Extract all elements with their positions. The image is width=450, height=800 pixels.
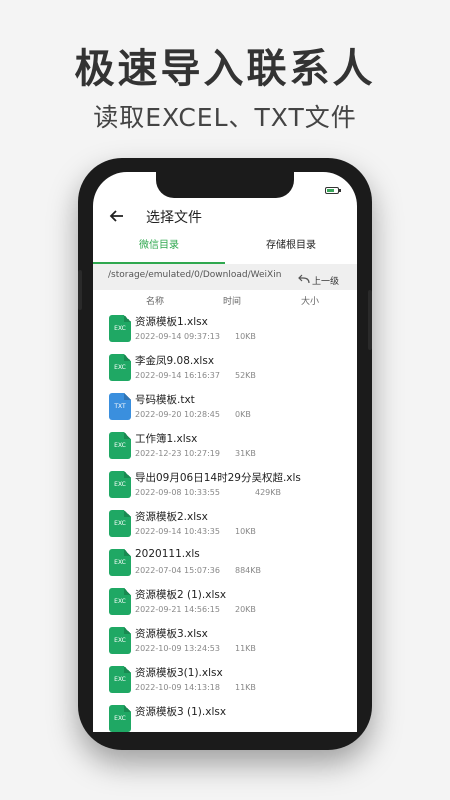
page-title: 选择文件 <box>146 210 202 226</box>
excel-file-icon: EXC <box>109 471 131 498</box>
phone-volume-button <box>78 270 82 310</box>
file-date: 2022-09-14 09:37:13 <box>135 332 220 341</box>
file-size: 52KB <box>235 371 256 380</box>
file-row[interactable]: EXC 导出09月06日14时29分吴权超.xls 2022-09-08 10:… <box>93 468 357 507</box>
file-row[interactable]: EXC 资源模板3(1).xlsx 2022-10-09 14:13:18 11… <box>93 663 357 702</box>
file-size: 31KB <box>235 449 256 458</box>
promo-headline: 极速导入联系人 <box>74 46 376 92</box>
excel-file-icon: EXC <box>109 549 131 576</box>
tab-storage-root[interactable]: 存储根目录 <box>225 236 357 264</box>
tab-wechat-dir[interactable]: 微信目录 <box>93 236 225 264</box>
file-name: 工作簿1.xlsx <box>135 433 198 445</box>
file-size: 429KB <box>255 488 282 497</box>
file-size: 20KB <box>235 605 256 614</box>
file-row[interactable]: EXC 2020111.xls 2022-07-04 15:07:36 884K… <box>93 546 357 585</box>
current-path: /storage/emulated/0/Download/WeiXin <box>108 270 282 280</box>
file-row[interactable]: EXC 资源模板3 (1).xlsx <box>93 702 357 732</box>
column-size: 大小 <box>301 297 320 307</box>
file-size: 11KB <box>235 683 256 692</box>
file-size: 884KB <box>235 566 262 575</box>
file-size: 10KB <box>235 527 256 536</box>
file-row[interactable]: EXC 资源模板1.xlsx 2022-09-14 09:37:13 10KB <box>93 312 357 351</box>
phone-notch <box>156 172 294 198</box>
file-row[interactable]: EXC 资源模板2 (1).xlsx 2022-09-21 14:56:15 2… <box>93 585 357 624</box>
file-name: 2020111.xls <box>135 548 200 560</box>
column-time: 时间 <box>223 297 242 307</box>
file-date: 2022-10-09 14:13:18 <box>135 683 220 692</box>
file-name: 资源模板3(1).xlsx <box>135 667 223 679</box>
file-name: 李金凤9.08.xlsx <box>135 355 215 367</box>
file-date: 2022-10-09 13:24:53 <box>135 644 220 653</box>
excel-file-icon: EXC <box>109 510 131 537</box>
excel-file-icon: EXC <box>109 705 131 732</box>
excel-file-icon: EXC <box>109 666 131 693</box>
file-name: 资源模板2.xlsx <box>135 511 208 523</box>
promo-subline: 读取EXCEL、TXT文件 <box>93 103 357 132</box>
txt-file-icon: TXT <box>109 393 131 420</box>
phone-screen: 选择文件 微信目录 存储根目录 /storage/emulated/0/Down… <box>93 172 357 732</box>
file-date: 2022-09-14 10:43:35 <box>135 527 220 536</box>
arrow-left-icon[interactable] <box>109 208 125 224</box>
file-name: 资源模板3.xlsx <box>135 628 208 640</box>
excel-file-icon: EXC <box>109 588 131 615</box>
app-bar: 选择文件 <box>93 202 357 232</box>
excel-file-icon: EXC <box>109 354 131 381</box>
file-name: 资源模板2 (1).xlsx <box>135 589 227 601</box>
file-row[interactable]: EXC 资源模板3.xlsx 2022-10-09 13:24:53 11KB <box>93 624 357 663</box>
excel-file-icon: EXC <box>109 315 131 342</box>
file-size: 10KB <box>235 332 256 341</box>
tab-bar: 微信目录 存储根目录 <box>93 236 357 264</box>
file-size: 0KB <box>235 410 251 419</box>
file-date: 2022-09-20 10:28:45 <box>135 410 220 419</box>
file-name: 号码模板.txt <box>135 394 195 406</box>
file-row[interactable]: EXC 李金凤9.08.xlsx 2022-09-14 16:16:37 52K… <box>93 351 357 390</box>
file-row[interactable]: TXT 号码模板.txt 2022-09-20 10:28:45 0KB <box>93 390 357 429</box>
excel-file-icon: EXC <box>109 432 131 459</box>
file-name: 资源模板3 (1).xlsx <box>135 706 227 718</box>
column-name: 名称 <box>146 297 165 307</box>
file-date: 2022-12-23 10:27:19 <box>135 449 220 458</box>
phone-side-button <box>368 290 372 350</box>
return-arrow-icon <box>298 274 310 287</box>
battery-icon <box>325 187 341 194</box>
file-size: 11KB <box>235 644 256 653</box>
file-date: 2022-07-04 15:07:36 <box>135 566 220 575</box>
path-bar: /storage/emulated/0/Download/WeiXin 上一级 <box>93 264 357 290</box>
excel-file-icon: EXC <box>109 627 131 654</box>
file-row[interactable]: EXC 工作簿1.xlsx 2022-12-23 10:27:19 31KB <box>93 429 357 468</box>
up-level-label: 上一级 <box>312 277 340 287</box>
file-name: 导出09月06日14时29分吴权超.xls <box>135 472 301 484</box>
up-level-button[interactable]: 上一级 <box>298 269 340 287</box>
file-date: 2022-09-14 16:16:37 <box>135 371 220 380</box>
file-date: 2022-09-21 14:56:15 <box>135 605 220 614</box>
file-date: 2022-09-08 10:33:55 <box>135 488 220 497</box>
file-name: 资源模板1.xlsx <box>135 316 208 328</box>
file-row[interactable]: EXC 资源模板2.xlsx 2022-09-14 10:43:35 10KB <box>93 507 357 546</box>
